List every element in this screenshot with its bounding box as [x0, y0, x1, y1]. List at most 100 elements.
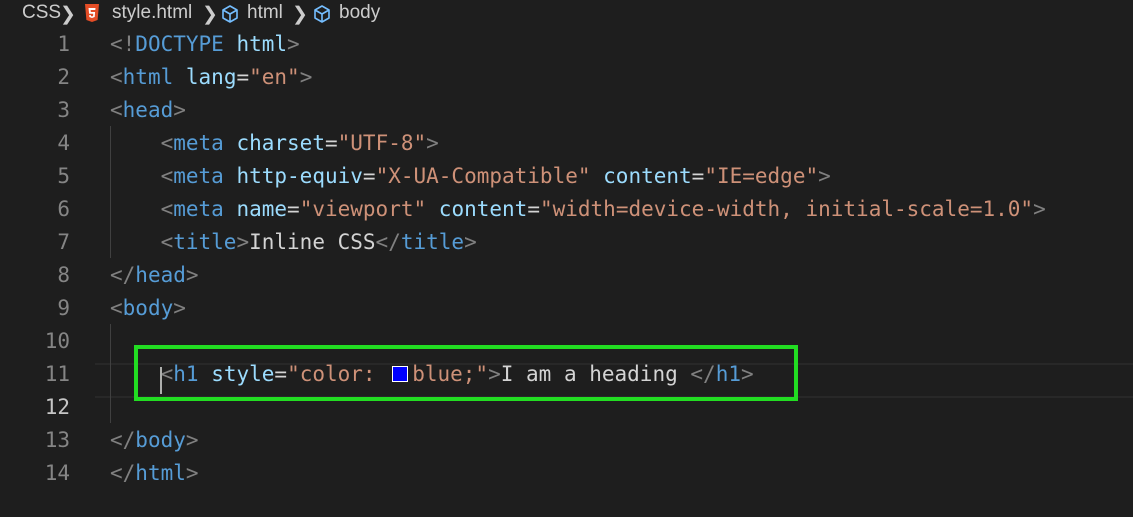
code-token: > — [173, 98, 186, 122]
code-text: <!DOCTYPE html> — [110, 28, 300, 61]
code-token: body — [122, 296, 174, 320]
code-token: meta — [173, 131, 224, 155]
code-token: > — [185, 263, 199, 287]
code-line[interactable]: 6 <meta name="viewport" content="width=d… — [0, 193, 1133, 226]
cube-icon — [314, 5, 330, 23]
code-token: </ — [110, 263, 136, 287]
breadcrumb-item-css[interactable]: CSS — [22, 2, 61, 24]
line-number: 3 — [57, 98, 70, 122]
code-token: Inline CSS — [249, 230, 376, 254]
chevron-right-icon: ❯ — [60, 4, 76, 25]
code-line[interactable]: 3 <head> — [0, 94, 1133, 127]
line-number: 6 — [57, 197, 70, 221]
code-token: "UTF-8" — [337, 131, 427, 155]
code-token: > — [426, 131, 439, 155]
code-token: head — [122, 98, 174, 122]
code-text: <body> — [110, 292, 186, 325]
code-token: = — [527, 197, 540, 221]
code-token: = — [362, 164, 376, 188]
code-token: = — [324, 131, 338, 155]
code-token: "X-UA-Compatible" — [375, 164, 591, 188]
code-text: </body> — [110, 424, 199, 457]
line-number: 5 — [57, 164, 70, 188]
code-token: > — [464, 230, 477, 254]
code-token: = — [691, 164, 705, 188]
code-token: "en" — [249, 65, 300, 89]
breadcrumb-item-body[interactable]: body — [339, 2, 380, 24]
code-token: "width=device-width, initial-scale=1.0" — [539, 197, 1034, 221]
code-token: > — [236, 230, 250, 254]
code-token: = — [236, 65, 250, 89]
line-number: 10 — [44, 329, 70, 353]
code-token: > — [287, 32, 300, 56]
code-line[interactable]: 9 <body> — [0, 292, 1133, 325]
code-text: <meta name="viewport" content="width=dev… — [110, 193, 1046, 226]
code-token: > — [185, 461, 199, 485]
code-token: </ — [110, 461, 136, 485]
code-token: html — [122, 65, 174, 89]
code-token: </ — [110, 428, 136, 452]
code-text: <title>Inline CSS</title> — [110, 226, 477, 259]
line-number: 1 — [57, 32, 70, 56]
code-token: = — [287, 197, 300, 221]
code-line[interactable]: 4 <meta charset="UTF-8"> — [0, 127, 1133, 160]
code-token: title — [400, 230, 465, 254]
code-token: lang — [185, 65, 237, 89]
code-token: < — [160, 131, 174, 155]
line-number: 13 — [44, 428, 70, 452]
code-token: < — [160, 230, 174, 254]
code-text: <html lang="en"> — [110, 61, 312, 94]
code-token: </ — [375, 230, 401, 254]
breadcrumb-item-file[interactable]: style.html — [112, 2, 192, 24]
code-line[interactable]: 7 <title>Inline CSS</title> — [0, 226, 1133, 259]
code-token: meta — [173, 164, 224, 188]
code-line[interactable]: 13 </body> — [0, 424, 1133, 457]
code-line[interactable]: 8 </head> — [0, 259, 1133, 292]
html5-icon — [85, 4, 99, 22]
breadcrumb-item-html[interactable]: html — [247, 2, 283, 24]
line-number: 9 — [57, 296, 70, 320]
code-token: < — [160, 197, 174, 221]
code-text: <head> — [110, 94, 186, 127]
chevron-right-icon: ❯ — [292, 4, 308, 25]
code-line[interactable]: 5 <meta http-equiv="X-UA-Compatible" con… — [0, 160, 1133, 193]
code-token: body — [135, 428, 186, 452]
code-text: </head> — [110, 259, 199, 292]
code-token: head — [135, 263, 186, 287]
code-line[interactable]: 2 <html lang="en"> — [0, 61, 1133, 94]
code-token: name — [236, 197, 288, 221]
code-editor[interactable]: 1 <!DOCTYPE html> 2 <html lang="en"> 3 <head>… — [0, 28, 1133, 517]
code-token: content — [438, 197, 528, 221]
line-number: 2 — [57, 65, 70, 89]
line-number: 14 — [44, 461, 70, 485]
code-text: <meta charset="UTF-8"> — [110, 127, 439, 160]
line-number: 8 — [57, 263, 70, 287]
code-text: <meta http-equiv="X-UA-Compatible" conte… — [110, 160, 831, 193]
line-number: 12 — [44, 395, 70, 419]
code-token: < — [160, 164, 174, 188]
code-token: "viewport" — [299, 197, 427, 221]
code-token: < — [110, 98, 123, 122]
code-token: < — [110, 65, 123, 89]
chevron-right-icon: ❯ — [202, 4, 218, 25]
code-token: content — [603, 164, 692, 188]
code-line[interactable]: 14 </html> — [0, 457, 1133, 490]
line-number: 11 — [44, 362, 70, 386]
code-token: "IE=edge" — [704, 164, 819, 188]
highlight-box — [134, 345, 798, 401]
code-token: > — [818, 164, 831, 188]
code-line[interactable]: 1 <!DOCTYPE html> — [0, 28, 1133, 61]
code-token: charset — [236, 131, 325, 155]
code-token: DOCTYPE — [135, 32, 224, 56]
code-token: < — [110, 296, 123, 320]
cube-icon — [222, 5, 238, 23]
line-number: 4 — [57, 131, 70, 155]
